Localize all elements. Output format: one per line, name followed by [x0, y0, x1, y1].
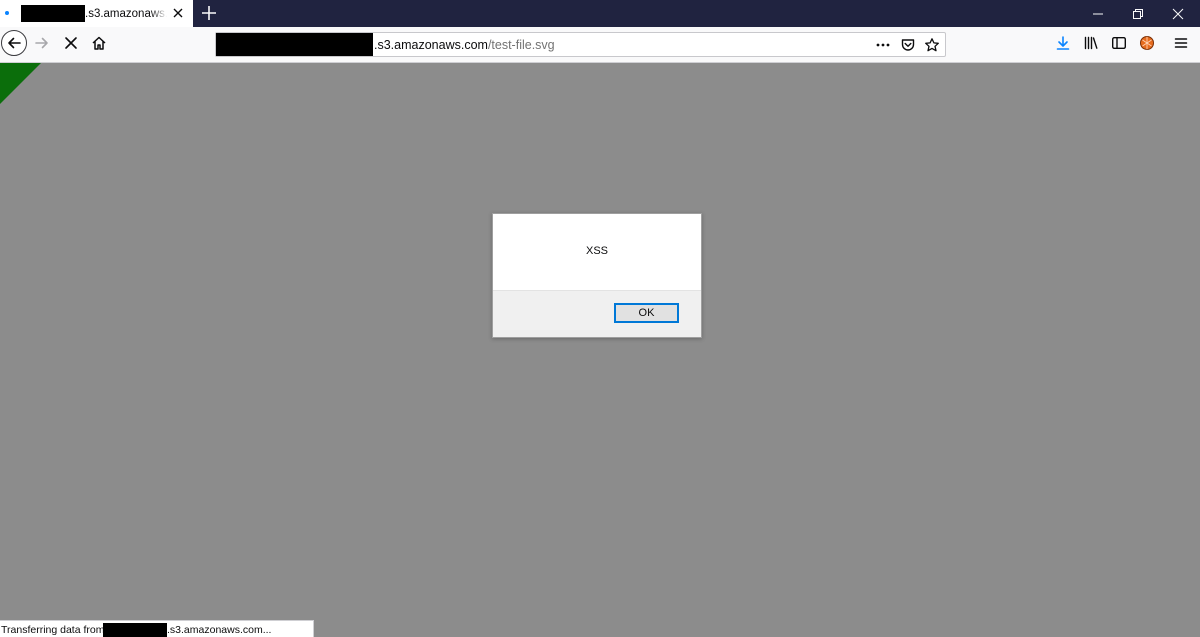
tab-loading-indicator — [5, 11, 9, 15]
navigation-toolbar: .s3.amazonaws.com/test-file.svg — [0, 27, 1200, 63]
status-suffix: .s3.amazonaws.com... — [167, 624, 272, 636]
redacted-bucket-name — [21, 5, 85, 22]
status-prefix: Transferring data from — [1, 624, 105, 636]
new-tab-plus-icon[interactable] — [199, 3, 219, 23]
url-host: .s3.amazonaws.com — [374, 38, 488, 52]
extension-icon[interactable] — [1139, 35, 1155, 51]
ok-button[interactable]: OK — [614, 303, 679, 323]
stop-icon[interactable] — [63, 35, 79, 51]
redacted-bucket-name — [216, 33, 373, 56]
url-bar[interactable]: .s3.amazonaws.com/test-file.svg — [215, 32, 946, 57]
svg-green-triangle — [0, 63, 41, 104]
alert-dialog-footer: OK — [493, 290, 701, 337]
library-icon[interactable] — [1083, 35, 1099, 51]
tab-title: .s3.amazonaws.com/test-file.svg — [85, 8, 167, 20]
home-icon[interactable] — [91, 35, 107, 51]
back-button[interactable] — [1, 30, 27, 56]
url-path: /test-file.svg — [487, 38, 555, 52]
status-panel: Transferring data from .s3.amazonaws.com… — [0, 620, 314, 637]
tab-active[interactable]: .s3.amazonaws.com/test-file.svg — [0, 0, 193, 27]
tab-strip: .s3.amazonaws.com/test-file.svg — [0, 0, 1200, 27]
menu-icon[interactable] — [1173, 35, 1189, 51]
window-restore-icon[interactable] — [1118, 0, 1158, 27]
page-actions-icon[interactable] — [875, 37, 891, 53]
back-icon — [8, 37, 21, 49]
url-text[interactable]: .s3.amazonaws.com/test-file.svg — [374, 37, 555, 53]
window-minimize-icon[interactable] — [1078, 0, 1118, 27]
alert-dialog: XSS OK — [492, 213, 702, 338]
downloads-icon[interactable] — [1055, 35, 1071, 51]
page-content: XSS OK — [0, 63, 1200, 637]
window-close-icon[interactable] — [1158, 0, 1198, 27]
tab-close-icon[interactable] — [171, 6, 185, 20]
bookmark-star-icon[interactable] — [924, 37, 940, 53]
sidebar-icon[interactable] — [1111, 35, 1127, 51]
forward-icon[interactable] — [34, 35, 50, 51]
redacted-bucket-name — [103, 623, 167, 637]
pocket-icon[interactable] — [900, 37, 916, 53]
alert-message: XSS — [585, 245, 608, 257]
